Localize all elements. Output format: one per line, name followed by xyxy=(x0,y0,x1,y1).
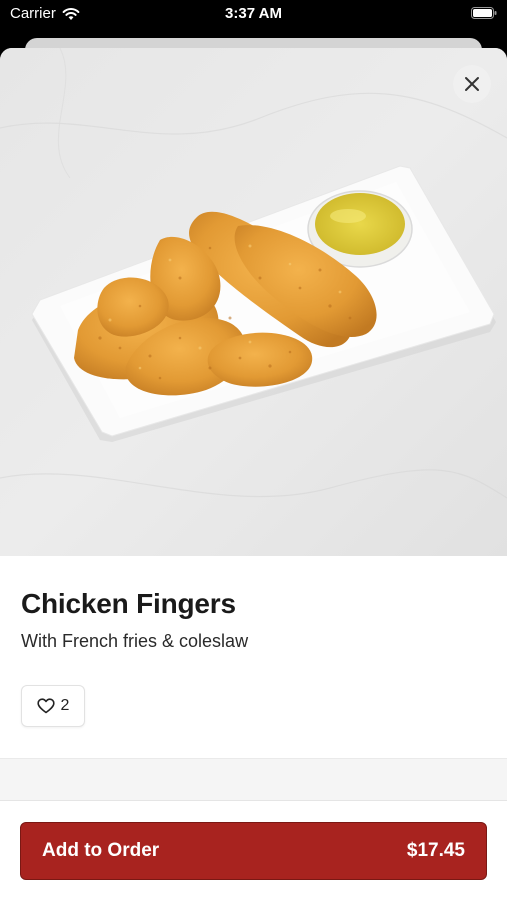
item-detail-sheet: Chicken Fingers With French fries & cole… xyxy=(0,48,507,900)
add-to-order-button[interactable]: Add to Order $17.45 xyxy=(20,822,487,880)
item-description: With French fries & coleslaw xyxy=(21,631,249,651)
section-spacer xyxy=(0,759,507,800)
clock: 3:37 AM xyxy=(225,5,282,22)
item-photo xyxy=(0,48,507,556)
heart-icon xyxy=(36,698,55,714)
item-title: Chicken Fingers xyxy=(21,588,236,619)
close-icon xyxy=(465,77,479,91)
like-count: 2 xyxy=(60,697,70,714)
status-bar: Carrier 3:37 AM xyxy=(0,0,507,28)
close-button[interactable] xyxy=(453,65,491,103)
order-price: $17.45 xyxy=(406,840,465,861)
like-button[interactable]: 2 xyxy=(21,685,85,727)
add-to-order-label: Add to Order xyxy=(42,840,160,861)
battery-icon xyxy=(471,7,497,19)
footer-divider xyxy=(0,800,507,801)
